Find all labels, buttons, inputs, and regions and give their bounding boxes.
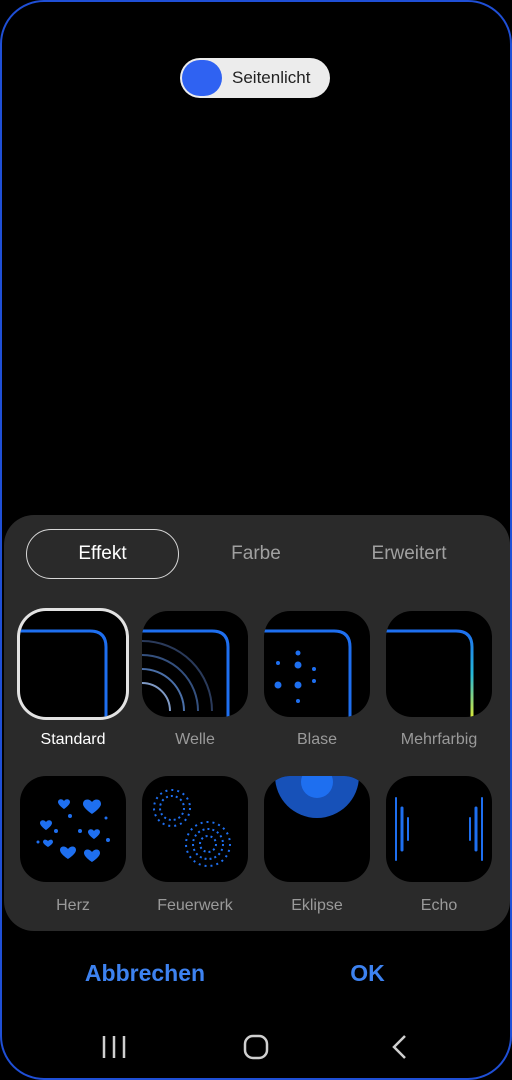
effect-label-welle: Welle — [175, 731, 215, 748]
effect-tile-welle[interactable] — [142, 611, 248, 717]
multicolor-effect-icon — [386, 629, 474, 717]
home-button[interactable] — [226, 1027, 286, 1067]
effect-tile-mehrfarbig[interactable] — [386, 611, 492, 717]
tab-effekt[interactable]: Effekt — [26, 529, 179, 579]
effect-panel: Effekt Farbe Erweitert Standard Welle Bl… — [4, 515, 510, 931]
navigation-bar — [0, 1015, 512, 1079]
wave-effect-icon — [142, 629, 230, 717]
effect-tile-eklipse[interactable] — [264, 776, 370, 882]
effect-tile-feuerwerk[interactable] — [142, 776, 248, 882]
effect-label-blase: Blase — [296, 731, 338, 748]
back-button[interactable] — [370, 1027, 430, 1067]
heart-effect-icon — [36, 799, 110, 862]
home-icon — [243, 1034, 269, 1060]
effect-tile-echo[interactable] — [386, 776, 492, 882]
edge-lighting-toggle[interactable]: Seitenlicht — [180, 58, 330, 98]
effect-label-eklipse: Eklipse — [291, 897, 343, 914]
recents-button[interactable] — [84, 1027, 144, 1067]
standard-effect-icon — [20, 629, 108, 717]
effect-label-mehrfarbig: Mehrfarbig — [400, 731, 478, 748]
recents-icon — [102, 1036, 126, 1058]
echo-effect-icon — [395, 797, 483, 861]
ok-button[interactable]: OK — [320, 948, 415, 998]
eclipse-effect-icon — [275, 776, 359, 818]
tab-erweitert[interactable]: Erweitert — [334, 529, 484, 579]
effect-label-feuerwerk: Feuerwerk — [157, 897, 233, 914]
effect-label-echo: Echo — [420, 897, 458, 914]
effect-tile-standard[interactable] — [20, 611, 126, 717]
firework-effect-icon — [153, 789, 231, 867]
cancel-button[interactable]: Abbrechen — [60, 948, 230, 998]
bubble-effect-icon — [264, 629, 352, 717]
effect-tile-herz[interactable] — [20, 776, 126, 882]
effect-label-standard: Standard — [40, 731, 106, 748]
toggle-knob[interactable] — [182, 60, 222, 96]
back-icon — [392, 1035, 406, 1059]
effect-label-herz: Herz — [56, 897, 90, 914]
tab-farbe[interactable]: Farbe — [182, 529, 330, 579]
effect-tile-blase[interactable] — [264, 611, 370, 717]
toggle-label: Seitenlicht — [232, 68, 311, 87]
